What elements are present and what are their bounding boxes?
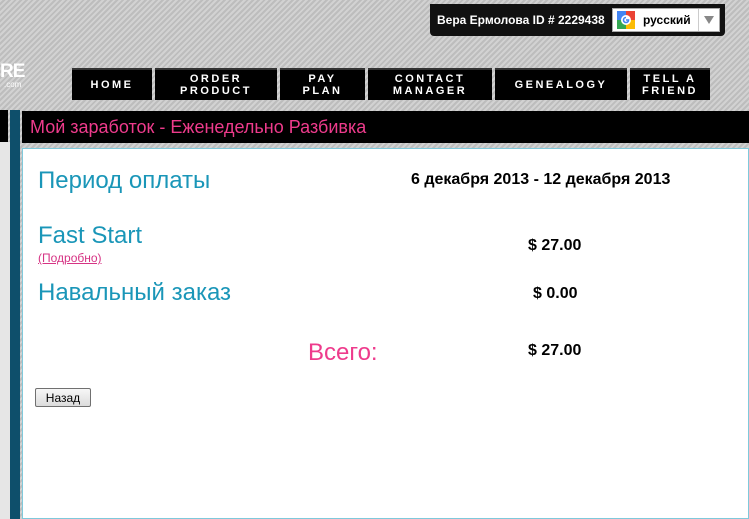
google-translate-icon [617, 11, 635, 29]
nav-contact-manager-line2: MANAGER [392, 85, 468, 97]
language-value: русский [643, 13, 691, 27]
period-dates: 6 декабря 2013 - 12 декабря 2013 [411, 171, 671, 188]
nav-home[interactable]: HOME [72, 68, 152, 100]
fast-start-value: $ 27.00 [528, 237, 582, 254]
page-title-bar: Мой заработок - Еженедельно Разбивка [22, 111, 749, 143]
total-label: Всего: [308, 339, 378, 366]
page-title: Мой заработок - Еженедельно Разбивка [30, 116, 367, 137]
earnings-panel: Период оплаты 6 декабря 2013 - 12 декабр… [22, 148, 749, 519]
logo-subtext: .com [4, 80, 22, 89]
total-value: $ 27.00 [528, 342, 582, 359]
logo-text: RE [0, 61, 25, 82]
details-link[interactable]: (Подробно) [38, 251, 102, 265]
user-name-id: Вера Ермолова ID # 2229438 [437, 13, 605, 27]
dropdown-toggle[interactable] [698, 9, 719, 31]
nav-pay-plan-line1: PAY [308, 73, 337, 85]
back-button[interactable]: Назад [35, 388, 91, 407]
nav-pay-plan-line2: PLAN [302, 85, 343, 97]
nav-contact-manager-line1: CONTACT [394, 73, 466, 85]
nav-tell-a-friend-line2: FRIEND [642, 85, 698, 97]
nav-tell-a-friend[interactable]: TELL A FRIEND [630, 68, 710, 100]
nav-order-product-line1: ORDER [189, 73, 243, 85]
nav-home-label: HOME [90, 79, 134, 91]
nav-genealogy-label: GENEALOGY [514, 79, 608, 91]
language-select[interactable]: русский [612, 8, 720, 32]
nav-order-product-line2: PRODUCT [180, 85, 252, 97]
side-panel-tab [0, 110, 8, 142]
nav-genealogy[interactable]: GENEALOGY [495, 68, 627, 100]
user-bar: Вера Ермолова ID # 2229438 русский [430, 4, 725, 36]
nav-order-product[interactable]: ORDER PRODUCT [155, 68, 277, 100]
side-divider [10, 110, 20, 519]
nav-contact-manager[interactable]: CONTACT MANAGER [368, 68, 492, 100]
nav-pay-plan[interactable]: PAY PLAN [280, 68, 365, 100]
bulk-order-label: Навальный заказ [38, 279, 232, 306]
period-label: Период оплаты [38, 167, 211, 194]
site-logo[interactable]: RE .com [0, 62, 26, 90]
fast-start-label: Fast Start [38, 222, 143, 249]
nav-tell-a-friend-line1: TELL A [643, 73, 697, 85]
side-panel [0, 142, 10, 519]
triangle-down-icon [704, 16, 714, 24]
bulk-order-value: $ 0.00 [533, 285, 578, 302]
